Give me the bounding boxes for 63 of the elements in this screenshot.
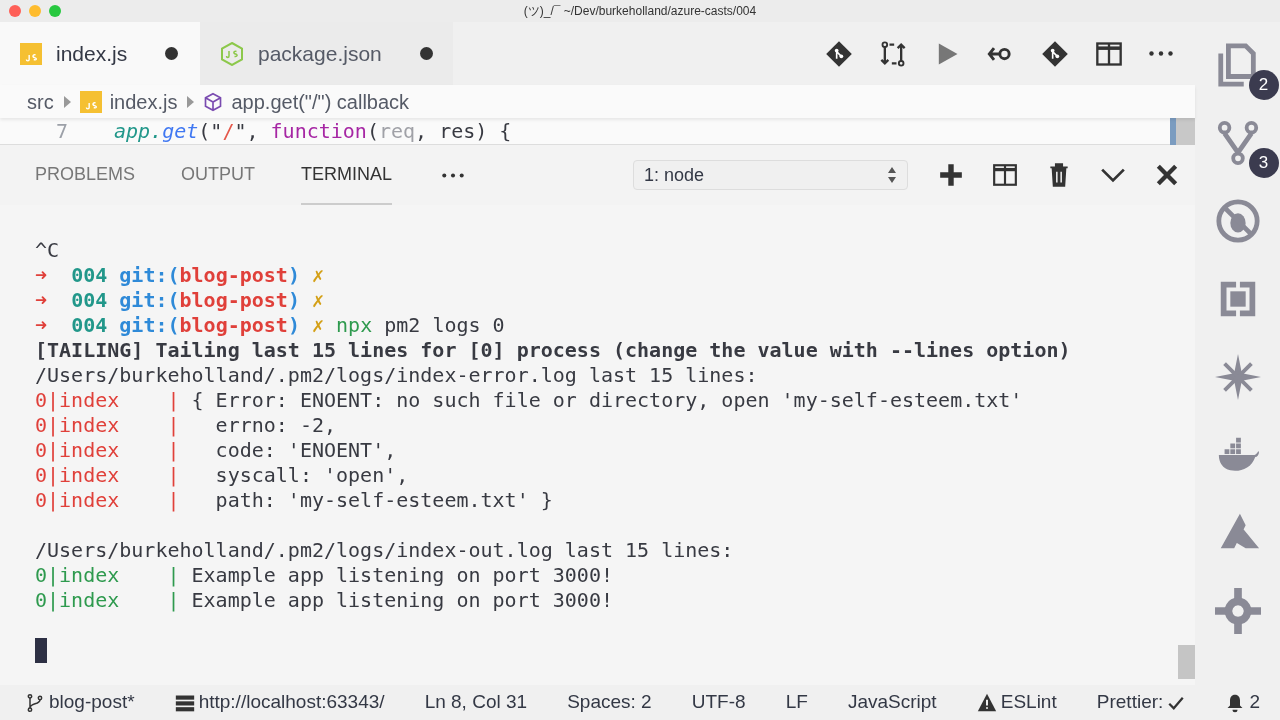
status-item[interactable]: Spaces: 2 [567,688,652,717]
terminal-line: /Users/burkeholland/.pm2/logs/index-out.log last 15 lines: [35,538,734,562]
more-icon [1149,51,1173,56]
minimize-button[interactable] [29,5,41,17]
scrollbar[interactable] [1178,645,1195,679]
more-icon [442,172,465,178]
status-item[interactable]: Prettier: [1096,688,1186,717]
editor-tab[interactable]: package.json [200,22,453,85]
terminal-select[interactable]: 1: node [633,160,908,190]
status-item[interactable]: LF [785,688,808,717]
terminal-line: 0|index | Example app listening on port 3000! [35,563,613,587]
terminal-line: 0|index | path: 'my-self-esteem.txt' } [35,488,553,512]
js-file-icon [79,90,102,113]
breadcrumb-item[interactable]: index.js [109,86,178,117]
compare-arrows-icon [879,39,907,68]
terminal-line: 0|index | Example app listening on port 3000! [35,588,613,612]
editor-tab[interactable]: index.js [0,22,200,85]
diamond-branch-icon [825,39,853,68]
status-item[interactable]: blog-post* [25,688,135,717]
chevron-right-icon [185,94,196,109]
count-badge: 3 [1248,148,1279,178]
close-icon [1154,162,1180,188]
terminal-line: 0|index | errno: -2, [35,413,337,437]
terminal-line: [TAILING] Tailing last 15 lines for [0] process (change the value with --lines option) [35,338,1071,362]
status-item[interactable]: Ln 8, Col 31 [424,688,528,717]
terminal-line: ➜ 004 git:(blog-post) ✗ npx pm2 logs 0 [35,313,505,337]
breadcrumb-item[interactable]: app.get("/") callback [231,86,410,117]
window-title: (ツ)_/¯ ~/Dev/burkeholland/azure-casts/004 [523,4,757,18]
plus-icon [938,162,964,188]
split-terminal-icon [992,162,1018,188]
hexagon-file-icon [220,41,244,66]
terminal-line: 0|index | code: 'ENOENT', [35,438,397,462]
updown-caret-icon [887,166,897,184]
cube-icon [203,91,224,112]
zoom-button[interactable] [49,5,61,17]
status-item[interactable]: ESLint [976,688,1057,717]
overview-ruler [1170,118,1195,145]
status-item[interactable]: http://localhost:63343/ [174,688,385,717]
chevron-right-icon [61,94,72,109]
branch-icon [25,692,45,713]
status-item[interactable]: JavaScript [847,688,937,717]
terminal-line: ➜ 004 git:(blog-post) ✗ [35,263,325,287]
terminal-cursor [35,638,47,663]
line-number: 7 [54,118,69,145]
js-file-icon [20,42,42,65]
status-item[interactable]: UTF-8 [691,688,746,717]
close-button[interactable] [9,5,21,17]
split-editor-icon [1095,39,1123,68]
panel-tab[interactable]: PROBLEMS [35,145,136,205]
compass-star-icon [1214,354,1261,400]
panel-tab[interactable]: OUTPUT [181,145,256,205]
count-badge: 2 [1248,70,1279,100]
warning-icon [976,692,997,713]
no-bug-icon [1214,198,1261,244]
code-text: app.get("/", function(req, res) { [114,118,512,145]
terminal-line: /Users/burkeholland/.pm2/logs/index-error.log last 15 lines: [35,363,758,387]
breadcrumb-item[interactable]: src [27,86,54,117]
terminal-line: ➜ 004 git:(blog-post) ✗ [35,288,325,312]
terminal-line: 0|index | syscall: 'open', [35,463,409,487]
status-item[interactable]: 2 [1225,688,1260,717]
terminal-line: ^C [35,238,60,262]
diamond-branch-icon [1041,39,1069,68]
terminal-line: 0|index | { Error: ENOENT: no such file or directory, open 'my-self-esteem.txt' [35,388,1023,412]
